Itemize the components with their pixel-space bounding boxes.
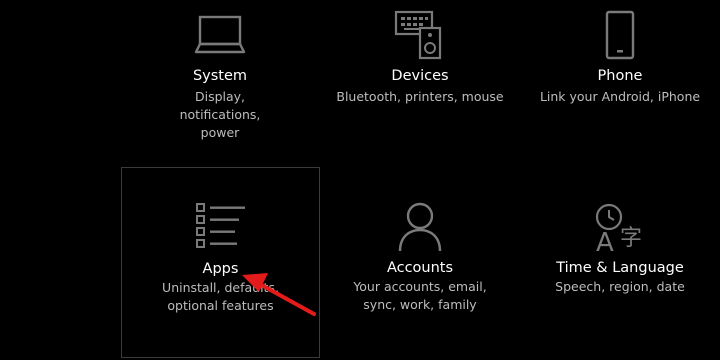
- tile-title: Apps: [202, 261, 239, 277]
- tile-description: Uninstall, defaults, optional features: [162, 280, 279, 313]
- phone-icon: [605, 10, 635, 60]
- apps-list-icon: [196, 203, 245, 248]
- tile-description: Display, notifications, power: [179, 89, 261, 140]
- tile-description: Bluetooth, printers, mouse: [336, 89, 504, 104]
- devices-icon: [394, 10, 442, 60]
- tile-title: Accounts: [386, 260, 454, 276]
- tile-title: Time & Language: [556, 260, 684, 276]
- tile-apps[interactable]: Apps Uninstall, defaults, optional featu…: [121, 167, 320, 358]
- tile-phone[interactable]: Phone Link your Android, iPhone: [521, 0, 719, 150]
- tile-title: Devices: [391, 68, 449, 84]
- person-icon: [398, 202, 442, 252]
- tile-description: Your accounts, email, sync, work, family: [353, 279, 487, 312]
- laptop-icon: [194, 15, 246, 54]
- tile-accounts[interactable]: Accounts Your accounts, email, sync, wor…: [321, 167, 519, 358]
- svg-text:A: A: [596, 228, 614, 255]
- tile-system[interactable]: System Display, notifications, power: [121, 0, 319, 150]
- svg-text:字: 字: [620, 226, 642, 251]
- tile-devices[interactable]: Devices Bluetooth, printers, mouse: [321, 0, 519, 150]
- time-language-icon: A 字: [595, 203, 642, 255]
- tile-title: System: [192, 68, 248, 84]
- tile-description: Speech, region, date: [555, 279, 685, 294]
- tile-title: Phone: [597, 68, 643, 84]
- tile-description: Link your Android, iPhone: [539, 89, 701, 104]
- tile-time-language[interactable]: A 字 Time & Language Speech, region, date: [521, 167, 719, 358]
